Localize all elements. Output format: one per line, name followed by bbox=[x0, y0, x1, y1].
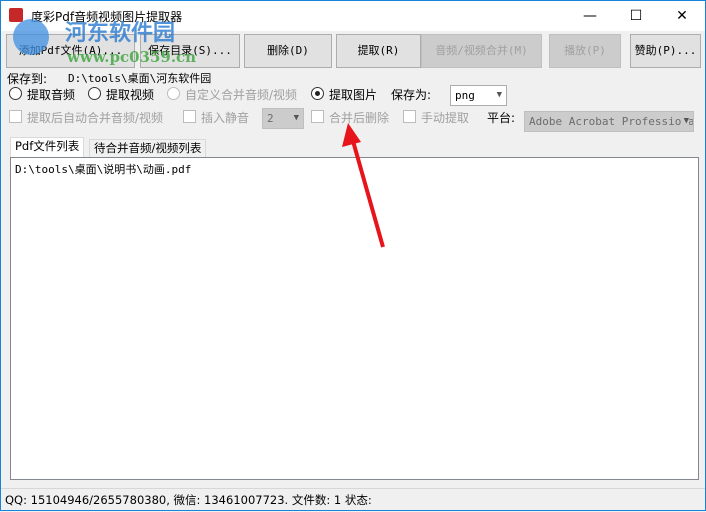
red-arrow-annotation bbox=[342, 123, 385, 248]
watermark-logo-icon bbox=[13, 19, 49, 55]
watermark-name: 河东软件园 bbox=[65, 21, 176, 46]
watermark-url: www.pc0359.cn bbox=[67, 48, 197, 66]
